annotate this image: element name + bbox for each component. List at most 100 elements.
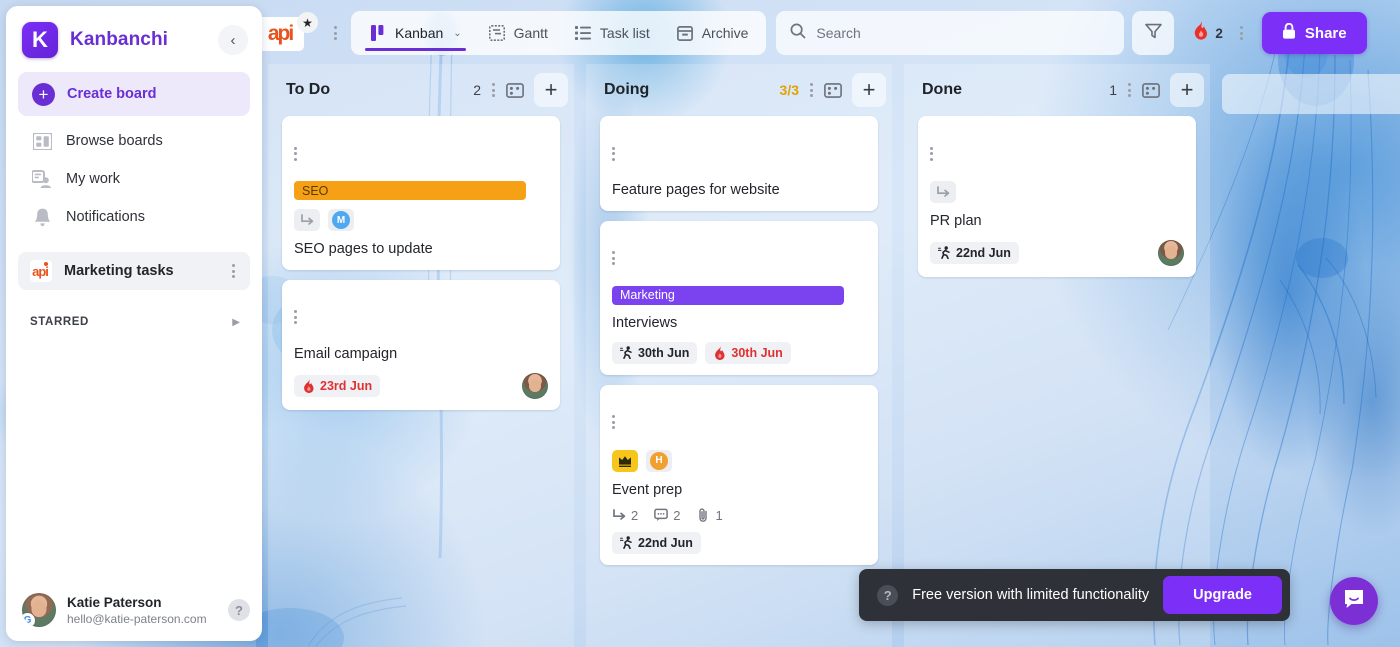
- card-date-row: 23rd Jun: [294, 374, 522, 397]
- card-label[interactable]: SEO: [294, 181, 526, 200]
- card-title: Feature pages for website: [612, 182, 780, 198]
- chevron-down-icon[interactable]: ⌄: [453, 28, 461, 39]
- create-board-button[interactable]: + Create board: [18, 72, 250, 116]
- list-header: Doing 3/3 +: [586, 64, 892, 116]
- card-date-chip[interactable]: 30th Jun: [612, 341, 698, 364]
- board-more-options-icon[interactable]: [227, 262, 240, 281]
- list-view-toggle-icon[interactable]: [820, 77, 846, 103]
- card[interactable]: Email campaign 23rd Jun: [282, 279, 560, 410]
- tab-gantt[interactable]: Gantt: [476, 11, 560, 55]
- star-icon[interactable]: ★: [297, 12, 318, 33]
- view-tabs: Kanban ⌄ Gantt Task list Archive: [351, 11, 767, 55]
- upgrade-label: Upgrade: [1193, 587, 1252, 603]
- card-meta-row: 2 2 1: [612, 508, 866, 523]
- archive-icon: [676, 24, 694, 42]
- subtask-arrow-icon: [300, 213, 314, 227]
- card[interactable]: Marketing Interviews 30th Jun 30th Jun: [600, 220, 878, 375]
- card[interactable]: H Event prep 2 2 1 22nd Jun: [600, 384, 878, 565]
- card[interactable]: Feature pages for website: [600, 116, 878, 211]
- card-more-options-icon[interactable]: [612, 395, 866, 448]
- share-button[interactable]: Share: [1261, 12, 1367, 54]
- card[interactable]: SEO M SEO pages to update: [282, 116, 560, 270]
- brand-name: Kanbanchi: [70, 29, 169, 50]
- search-bar[interactable]: [776, 11, 1125, 55]
- list-more-options-icon[interactable]: [805, 81, 818, 100]
- list-more-options-icon[interactable]: [487, 81, 500, 100]
- bell-icon: [32, 207, 52, 227]
- card-date-row: 22nd Jun: [930, 241, 1158, 264]
- search-icon: [790, 23, 807, 44]
- card-more-options-icon[interactable]: [612, 126, 866, 179]
- tab-kanban[interactable]: Kanban ⌄: [357, 11, 474, 55]
- help-button[interactable]: ?: [228, 599, 250, 621]
- tab-task-list-label: Task list: [599, 25, 650, 41]
- list-view-toggle-icon[interactable]: [1138, 77, 1164, 103]
- sidebar-item-notifications[interactable]: Notifications: [18, 198, 250, 236]
- board-logo-badge[interactable]: api ★: [256, 12, 320, 53]
- card-title: Email campaign: [294, 345, 398, 362]
- card-badge-row: M: [294, 209, 548, 231]
- avatar: H: [650, 451, 668, 470]
- list-column: Done 1 + PR plan 22nd Jun: [904, 64, 1210, 647]
- subtask-arrow-icon: [612, 508, 626, 522]
- card-list: PR plan 22nd Jun: [904, 116, 1210, 277]
- add-card-button[interactable]: +: [534, 73, 568, 107]
- board-options-icon[interactable]: [1235, 24, 1248, 43]
- card-date-chip[interactable]: 23rd Jun: [294, 374, 381, 397]
- card-date-row: 30th Jun 30th Jun: [612, 341, 866, 364]
- card-date-chip[interactable]: 30th Jun: [705, 341, 791, 364]
- card[interactable]: PR plan 22nd Jun: [918, 116, 1196, 277]
- question-mark-icon[interactable]: ?: [877, 584, 899, 606]
- search-input[interactable]: [816, 25, 1111, 41]
- sidebar-user-footer[interactable]: G Katie Paterson hello@katie-paterson.co…: [6, 583, 262, 641]
- card-date-chip[interactable]: 22nd Jun: [930, 241, 1019, 264]
- card-footer: 23rd Jun: [294, 372, 548, 399]
- chevron-left-icon: ‹: [230, 31, 236, 49]
- card-title: PR plan: [930, 213, 982, 229]
- card-title: SEO pages to update: [294, 241, 433, 257]
- add-card-button[interactable]: +: [1170, 73, 1204, 107]
- chevron-right-icon: ▶: [232, 316, 240, 328]
- chat-bubble-icon: [1342, 587, 1366, 616]
- list-more-options-icon[interactable]: [1123, 81, 1136, 100]
- list-view-toggle-icon[interactable]: [502, 77, 528, 103]
- tab-task-list[interactable]: Task list: [562, 11, 662, 55]
- sidebar-item-browse-boards[interactable]: Browse boards: [18, 122, 250, 160]
- chat-support-button[interactable]: [1330, 577, 1378, 625]
- card-assignee-badge[interactable]: H: [646, 449, 672, 472]
- sidebar-item-my-work[interactable]: My work: [18, 160, 250, 198]
- card-date-chip[interactable]: 22nd Jun: [612, 531, 701, 554]
- card-list: Feature pages for website Marketing Interv…: [586, 116, 892, 565]
- upgrade-button[interactable]: Upgrade: [1163, 576, 1282, 614]
- lock-icon: [1282, 22, 1296, 43]
- tab-archive[interactable]: Archive: [664, 11, 761, 55]
- filter-button[interactable]: [1132, 11, 1175, 55]
- user-email: hello@katie-paterson.com: [67, 611, 207, 626]
- card-badge: [294, 209, 320, 231]
- starred-section-header[interactable]: STARRED ▶: [18, 308, 250, 336]
- comment-icon: [654, 508, 669, 522]
- add-card-button[interactable]: +: [852, 73, 886, 107]
- card-assignee-badge[interactable]: M: [328, 209, 354, 231]
- card-more-options-icon[interactable]: [612, 231, 866, 284]
- runner-icon: [620, 536, 633, 550]
- add-new-list-button[interactable]: Add new list: [1222, 74, 1400, 114]
- collapse-sidebar-button[interactable]: ‹: [218, 25, 248, 55]
- card-label[interactable]: Marketing: [612, 285, 844, 305]
- board-menu-icon[interactable]: [328, 24, 343, 43]
- list-title: Doing: [604, 81, 650, 98]
- sidebar-item-label: Notifications: [66, 209, 145, 225]
- list-header: Done 1 +: [904, 64, 1210, 116]
- flame-icon: [302, 378, 315, 393]
- sidebar-board-marketing-tasks[interactable]: api Marketing tasks: [18, 252, 250, 290]
- card-more-options-icon[interactable]: [294, 290, 548, 343]
- sidebar-item-label: Browse boards: [66, 133, 163, 149]
- help-icon: ?: [235, 602, 243, 618]
- card-meta-item: 2: [654, 508, 680, 523]
- plus-icon: +: [32, 82, 55, 106]
- sidebar-header: K Kanbanchi ‹: [6, 6, 262, 68]
- overdue-counter[interactable]: 2: [1182, 21, 1227, 45]
- flame-icon: [1192, 21, 1209, 45]
- card-more-options-icon[interactable]: [294, 126, 548, 179]
- card-more-options-icon[interactable]: [930, 126, 1184, 179]
